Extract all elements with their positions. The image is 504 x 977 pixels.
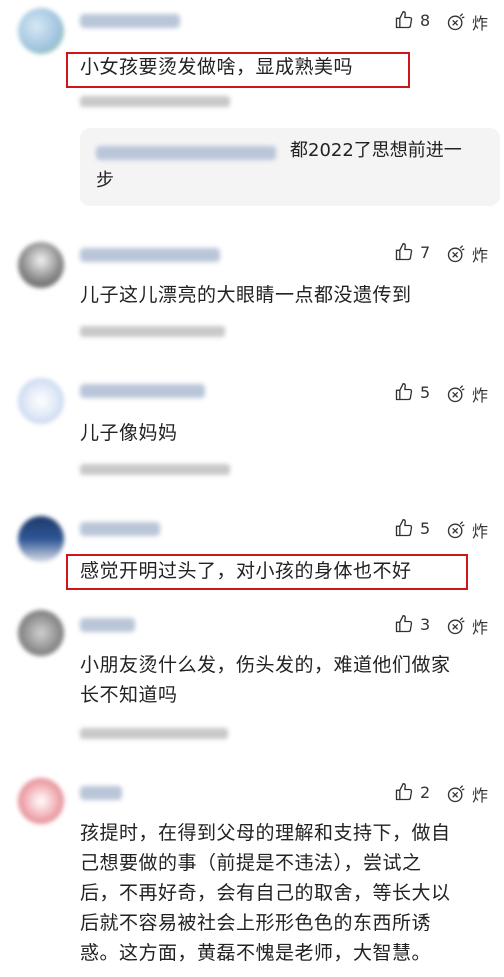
comment-actions: 5 炸 (394, 518, 504, 546)
username[interactable] (80, 384, 205, 398)
comment-text-line-2: 长不知道吗 (80, 684, 178, 706)
reply-box[interactable]: 都2022了思想前进一 步 (80, 128, 500, 206)
explosion-react-icon (447, 13, 465, 31)
like-count: 7 (420, 242, 431, 262)
comment-meta (80, 464, 230, 475)
comment-actions: 8 炸 (394, 10, 504, 38)
comment-meta (80, 326, 225, 337)
like-count: 2 (420, 782, 431, 802)
comment-text-line-4: 后就不容易被社会上形形色色的东西所诱 (80, 912, 432, 934)
comment-actions: 3 炸 (394, 614, 504, 642)
like-button[interactable]: 8 (394, 10, 430, 30)
comment-meta (80, 96, 230, 107)
comment-text: 儿子这儿漂亮的大眼睛一点都没遗传到 (80, 284, 412, 306)
comment-text-line-2: 己想要做的事（前提是不违法），尝试之 (80, 852, 422, 874)
explosion-react-icon (447, 521, 465, 539)
comment-text: 儿子像妈妈 (80, 422, 178, 444)
thumbs-up-icon (395, 518, 413, 537)
like-count: 5 (420, 518, 431, 538)
react-label: 炸 (472, 522, 489, 541)
comment-meta (80, 728, 228, 739)
username[interactable] (80, 14, 180, 28)
comment-text-line-1: 孩提时，在得到父母的理解和支持下，做自 (80, 822, 451, 844)
reply-username[interactable] (96, 146, 276, 160)
explosion-react-icon (447, 385, 465, 403)
highlight-box (66, 554, 468, 590)
like-count: 5 (420, 382, 431, 402)
react-button[interactable]: 炸 (446, 10, 488, 34)
avatar[interactable] (18, 242, 64, 288)
react-button[interactable]: 炸 (446, 382, 488, 406)
username[interactable] (80, 786, 122, 800)
username[interactable] (80, 248, 220, 262)
thumbs-up-icon (395, 614, 413, 633)
username[interactable] (80, 522, 160, 536)
comment-text-line-1: 小朋友烫什么发，伤头发的，难道他们做家 (80, 654, 451, 676)
react-button[interactable]: 炸 (446, 614, 488, 638)
thumbs-up-icon (395, 782, 413, 801)
like-button[interactable]: 2 (394, 782, 430, 802)
avatar[interactable] (18, 378, 64, 424)
reply-text-continued: 步 (96, 170, 114, 191)
explosion-react-icon (447, 785, 465, 803)
like-button[interactable]: 3 (394, 614, 430, 634)
react-label: 炸 (472, 386, 489, 405)
avatar[interactable] (18, 610, 64, 656)
reply-text: 都2022了思想前进一 (290, 140, 462, 161)
react-button[interactable]: 炸 (446, 518, 488, 542)
avatar[interactable] (18, 516, 64, 562)
react-label: 炸 (472, 618, 489, 637)
thumbs-up-icon (395, 382, 413, 401)
like-button[interactable]: 5 (394, 518, 430, 538)
comment-actions: 2 炸 (394, 782, 504, 810)
explosion-react-icon (447, 245, 465, 263)
react-button[interactable]: 炸 (446, 242, 488, 266)
react-label: 炸 (472, 14, 489, 33)
thumbs-up-icon (395, 10, 413, 29)
highlight-box (66, 52, 410, 88)
like-button[interactable]: 7 (394, 242, 430, 262)
like-count: 8 (420, 10, 431, 30)
react-label: 炸 (472, 246, 489, 265)
like-count: 3 (420, 614, 431, 634)
thumbs-up-icon (395, 242, 413, 261)
comment-text-line-3: 后，不再好奇，会有自己的取舍，等长大以 (80, 882, 451, 904)
comment-text-line-5: 惑。这方面，黄磊不愧是老师，大智慧。 (80, 942, 432, 964)
react-button[interactable]: 炸 (446, 782, 488, 806)
username[interactable] (80, 618, 135, 632)
react-label: 炸 (472, 786, 489, 805)
comment-actions: 5 炸 (394, 382, 504, 410)
explosion-react-icon (447, 617, 465, 635)
avatar[interactable] (18, 778, 64, 824)
like-button[interactable]: 5 (394, 382, 430, 402)
avatar[interactable] (18, 8, 64, 54)
comment-actions: 7 炸 (394, 242, 504, 270)
